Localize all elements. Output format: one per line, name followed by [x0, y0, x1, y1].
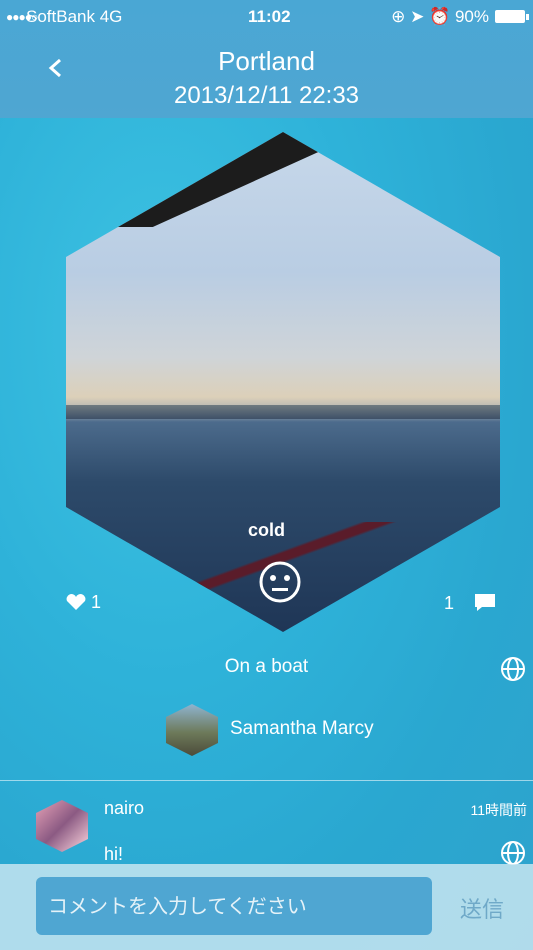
alarm-icon: ⏰ — [429, 7, 451, 26]
photo-hexagon[interactable] — [66, 132, 500, 632]
rotation-lock-icon: ⊕ — [391, 7, 406, 26]
carrier-label: SoftBank 4G — [26, 7, 123, 26]
page-title: Portland — [218, 46, 315, 76]
comment-input[interactable] — [36, 877, 432, 935]
author-name[interactable]: Samantha Marcy — [230, 718, 374, 740]
commenter-avatar[interactable] — [36, 800, 88, 852]
comment-count[interactable]: 1 — [444, 592, 497, 614]
photo-shoreline — [66, 405, 500, 419]
mood-label: cold — [247, 520, 285, 540]
heart-icon — [66, 594, 86, 610]
post-photo — [66, 132, 500, 632]
comment-item: nairo 11時間前 hi! — [0, 792, 533, 865]
location-icon: ➤ — [410, 7, 425, 26]
comment-input-bar: 送信 — [0, 864, 533, 950]
comment-text: hi! — [104, 844, 124, 864]
comment-count-value: 1 — [444, 593, 455, 613]
translate-globe-icon[interactable] — [500, 840, 526, 866]
like-count[interactable]: 1 — [66, 592, 101, 613]
globe-icon[interactable] — [500, 656, 526, 682]
neutral-face-icon — [259, 561, 301, 603]
photo-foreground — [66, 132, 500, 227]
speech-bubble-icon — [475, 594, 496, 611]
commenter-name[interactable]: nairo — [104, 798, 144, 819]
battery-percent: 90% — [454, 7, 489, 26]
battery-icon — [495, 10, 529, 23]
author-avatar[interactable] — [166, 704, 218, 756]
post-caption: On a boat — [224, 656, 309, 677]
like-count-value: 1 — [91, 592, 102, 612]
page-subtitle: 2013/12/11 22:33 — [173, 82, 360, 109]
status-bar: ●●●●○ SoftBank 4G 11:02 ⊕ ➤ ⏰ 90% — [0, 0, 533, 34]
status-time: 11:02 — [248, 7, 291, 26]
divider — [0, 780, 533, 781]
send-button[interactable]: 送信 — [460, 892, 504, 924]
comment-time: 11時間前 — [470, 802, 527, 818]
status-right: ⊕ ➤ ⏰ 90% — [391, 0, 489, 34]
navigation-bar: ●●●●○ SoftBank 4G 11:02 ⊕ ➤ ⏰ 90% Portla… — [0, 0, 533, 118]
